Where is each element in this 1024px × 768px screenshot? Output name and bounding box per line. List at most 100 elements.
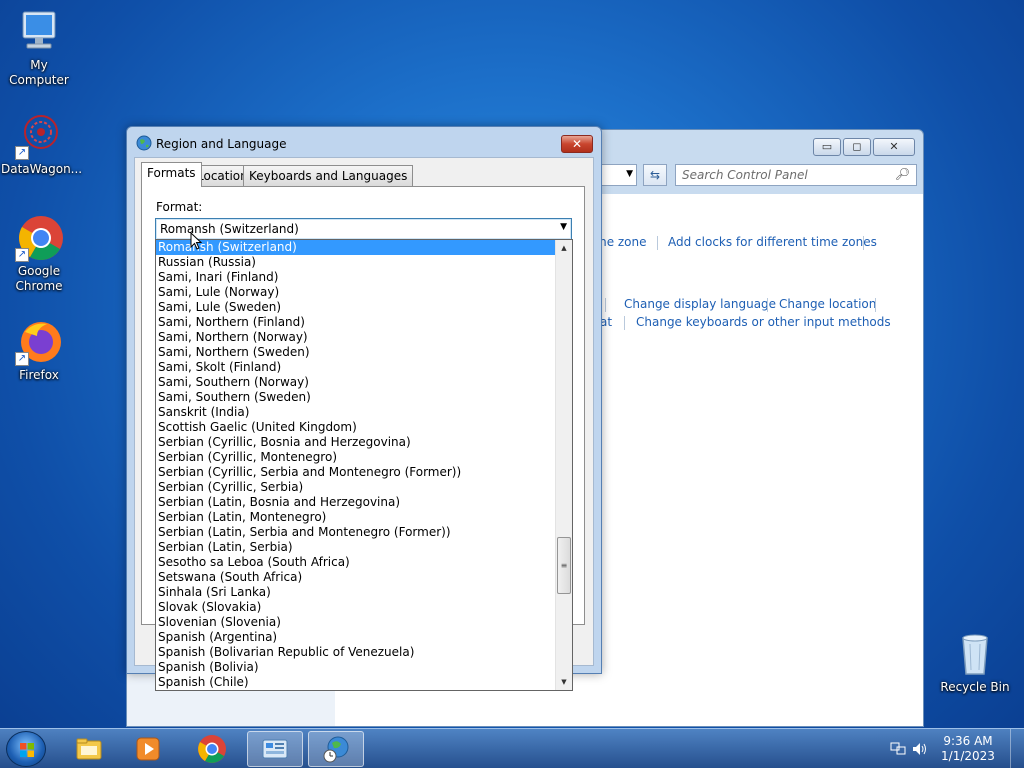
dropdown-option[interactable]: Sami, Southern (Norway) [156,375,555,390]
mouse-cursor-icon [190,231,203,250]
link-separator [657,236,658,250]
taskbar-control-panel-button[interactable] [247,731,303,767]
format-combobox[interactable]: Romansh (Switzerland) ▼ [155,218,572,240]
taskbar: 9:36 AM 1/1/2023 [0,728,1024,768]
link-separator [624,316,625,330]
dropdown-option[interactable]: Sami, Southern (Sweden) [156,390,555,405]
dropdown-option[interactable]: Spanish (Bolivarian Republic of Venezuel… [156,645,555,660]
computer-icon [15,8,63,56]
shortcut-arrow-icon: ↗ [15,146,29,160]
link-separator [863,236,864,250]
tab-keyboards-and-languages[interactable]: Keyboards and Languages [243,165,414,186]
chrome-icon: ↗ [15,214,63,262]
network-icon[interactable] [890,742,906,756]
desktop-icon-my-computer[interactable]: My Computer [1,8,77,88]
scroll-down-arrow-icon[interactable]: ▼ [556,674,572,690]
dropdown-option[interactable]: Sami, Lule (Norway) [156,285,555,300]
add-clocks-link[interactable]: Add clocks for different time zones [668,235,877,249]
change-display-language-link[interactable]: Change display language [624,297,776,311]
taskbar-clock[interactable]: 9:36 AM 1/1/2023 [938,734,998,764]
dropdown-option[interactable]: Serbian (Cyrillic, Montenegro) [156,450,555,465]
dropdown-option[interactable]: Slovenian (Slovenia) [156,615,555,630]
scroll-up-arrow-icon[interactable]: ▲ [556,240,572,256]
dropdown-option[interactable]: Sami, Lule (Sweden) [156,300,555,315]
desktop-icon-label: DataWagon... [1,162,83,176]
globe-clock-icon [323,736,349,763]
dropdown-option[interactable]: Serbian (Cyrillic, Serbia) [156,480,555,495]
control-panel-icon [262,739,288,759]
dropdown-option[interactable]: Serbian (Latin, Bosnia and Herzegovina) [156,495,555,510]
format-dropdown-list[interactable]: Romansh (Switzerland) Russian (Russia) Sam… [155,239,573,691]
shortcut-arrow-icon: ↗ [15,248,29,262]
dropdown-option[interactable]: Spanish (Argentina) [156,630,555,645]
dialog-title: Region and Language [156,137,287,151]
dropdown-option[interactable]: Scottish Gaelic (United Kingdom) [156,420,555,435]
dropdown-arrow-icon[interactable]: ▼ [560,222,567,232]
dropdown-scrollbar[interactable]: ▲ ≡ ▼ [555,240,572,690]
dropdown-option[interactable]: Sinhala (Sri Lanka) [156,585,555,600]
dropdown-option[interactable]: Spanish (Bolivia) [156,660,555,675]
refresh-button[interactable]: ⇆ [643,164,667,186]
taskbar-explorer-button[interactable] [62,731,118,767]
change-keyboards-link[interactable]: Change keyboards or other input methods [636,315,891,329]
link-separator [767,298,768,312]
desktop-icon-google-chrome[interactable]: ↗ Google Chrome [1,214,77,294]
dropdown-option[interactable]: Serbian (Latin, Serbia and Montenegro (F… [156,525,555,540]
scroll-thumb[interactable]: ≡ [557,537,571,594]
search-input[interactable]: Search Control Panel 🔎︎ [675,164,917,186]
dropdown-option[interactable]: Sami, Inari (Finland) [156,270,555,285]
dropdown-option[interactable]: Setswana (South Africa) [156,570,555,585]
globe-icon [136,135,152,151]
dialog-close-button[interactable]: ✕ [561,135,593,153]
firefox-icon: ↗ [15,318,63,366]
clock-time: 9:36 AM [943,734,993,748]
dropdown-option[interactable]: Slovak (Slovakia) [156,600,555,615]
desktop-icon-firefox[interactable]: ↗ Firefox [1,318,77,383]
maximize-button[interactable]: ◻ [843,138,871,156]
desktop-icon-label: Firefox [19,368,59,382]
window-controls: ▭ ◻ ✕ [813,138,915,156]
clock-date: 1/1/2023 [941,749,995,763]
dropdown-option[interactable]: Russian (Russia) [156,255,555,270]
address-dropdown-button[interactable]: ▼ [597,164,637,186]
dropdown-option[interactable]: Sami, Skolt (Finland) [156,360,555,375]
format-label: Format: [156,200,203,214]
dropdown-option[interactable]: Romansh (Switzerland) [156,240,555,255]
link-separator [605,298,606,312]
media-player-icon [136,737,160,761]
start-button[interactable] [6,731,46,767]
desktop-icon-recycle-bin[interactable]: Recycle Bin [937,630,1013,695]
taskbar-media-player-button[interactable] [121,731,177,767]
change-location-link[interactable]: Change location [779,297,876,311]
dropdown-option[interactable]: Serbian (Cyrillic, Bosnia and Herzegovin… [156,435,555,450]
shortcut-arrow-icon: ↗ [15,352,29,366]
dropdown-items: Romansh (Switzerland) Russian (Russia) Sam… [156,240,572,690]
chrome-icon [198,735,226,763]
dropdown-option[interactable]: Sami, Northern (Finland) [156,315,555,330]
desktop-icon-datawagon[interactable]: ↗ DataWagon... [1,112,83,177]
search-placeholder: Search Control Panel [682,168,808,182]
dropdown-option[interactable]: Serbian (Latin, Serbia) [156,540,555,555]
minimize-button[interactable]: ▭ [813,138,841,156]
dropdown-option[interactable]: Serbian (Latin, Montenegro) [156,510,555,525]
desktop-icon-label: My Computer [9,58,69,87]
dropdown-option[interactable]: Sanskrit (India) [156,405,555,420]
recycle-bin-icon [951,630,999,678]
dropdown-option[interactable]: Sami, Northern (Norway) [156,330,555,345]
desktop-icon-label: Recycle Bin [940,680,1010,694]
taskbar-chrome-button[interactable] [185,731,241,767]
dropdown-option[interactable]: Sesotho sa Leboa (South Africa) [156,555,555,570]
dropdown-option[interactable]: Spanish (Chile) [156,675,555,690]
tab-formats[interactable]: Formats [141,162,202,187]
windows-logo-icon [20,743,34,757]
folder-icon [76,738,102,760]
show-desktop-button[interactable] [1010,729,1024,768]
dropdown-option[interactable]: Sami, Northern (Sweden) [156,345,555,360]
close-button[interactable]: ✕ [873,138,915,156]
volume-icon[interactable] [912,742,928,756]
dropdown-option[interactable]: Serbian (Cyrillic, Serbia and Montenegro… [156,465,555,480]
search-icon[interactable]: 🔎︎ [895,167,910,181]
taskbar-region-language-button[interactable] [308,731,364,767]
time-zone-link[interactable]: me zone [595,235,647,249]
format-combobox-value: Romansh (Switzerland) [160,222,299,236]
